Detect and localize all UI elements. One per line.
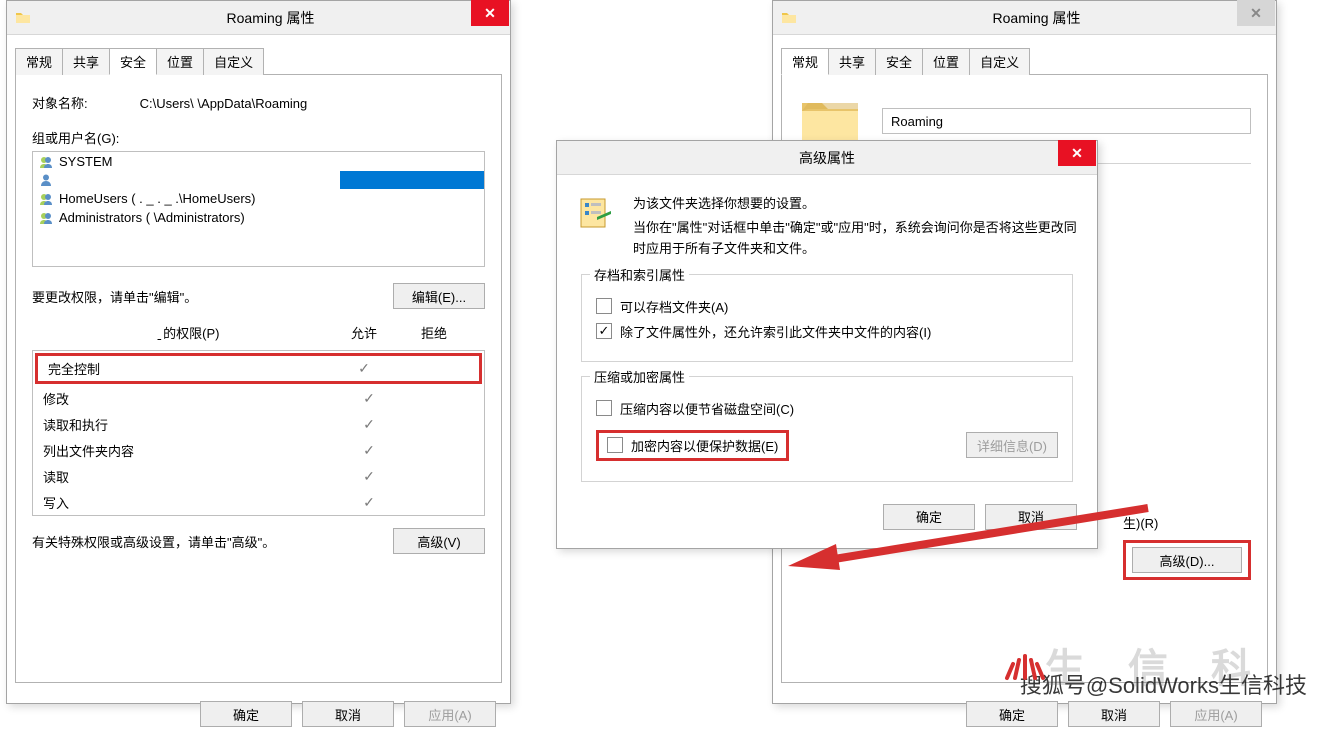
- compress-checkbox-row[interactable]: 压缩内容以便节省磁盘空间(C): [596, 399, 1058, 418]
- encrypt-label: 加密内容以便保护数据(E): [631, 436, 778, 455]
- apply-button: 应用(A): [404, 701, 496, 727]
- tab-位置[interactable]: 位置: [922, 48, 970, 75]
- properties-dialog-security: Roaming 属性 ✕ 常规共享安全位置自定义 对象名称: C:\Users\…: [6, 0, 511, 704]
- window-title: Roaming 属性: [797, 8, 1276, 28]
- checkbox-icon: [596, 298, 612, 314]
- watermark: 搜狐号@SolidWorks生信科技 生 信 科: [1020, 668, 1307, 700]
- deny-header: 拒绝: [399, 323, 469, 342]
- tab-自定义[interactable]: 自定义: [203, 48, 264, 75]
- user-list-item[interactable]: [33, 171, 484, 189]
- attributes-partial-label: 生)(R): [1123, 513, 1251, 532]
- tab-自定义[interactable]: 自定义: [969, 48, 1030, 75]
- tab-共享[interactable]: 共享: [828, 48, 876, 75]
- archive-index-group: 存档和索引属性 可以存档文件夹(A) 除了文件属性外，还允许索引此文件夹中文件的…: [581, 274, 1073, 362]
- checkbox-icon: [596, 323, 612, 339]
- close-button[interactable]: ✕: [1237, 0, 1275, 26]
- tabs: 常规共享安全位置自定义: [15, 47, 502, 75]
- titlebar[interactable]: 高级属性 ✕: [557, 141, 1097, 175]
- advanced-row: 有关特殊权限或高级设置，请单击"高级"。 高级(V): [32, 528, 485, 554]
- edit-row: 要更改权限，请单击"编辑"。 编辑(E)...: [32, 283, 485, 309]
- window-title: Roaming 属性: [31, 8, 510, 28]
- user-list-item[interactable]: HomeUsers ( . _ . _ .\HomeUsers): [33, 189, 484, 208]
- compress-encrypt-group: 压缩或加密属性 压缩内容以便节省磁盘空间(C) 加密内容以便保护数据(E) 详细…: [581, 376, 1073, 482]
- tab-常规[interactable]: 常规: [15, 48, 63, 75]
- intro-line-2: 当你在"属性"对话框中单击"确定"或"应用"时，系统会询问你是否将这些更改同时应…: [633, 218, 1077, 260]
- tab-位置[interactable]: 位置: [156, 48, 204, 75]
- compress-label: 压缩内容以便节省磁盘空间(C): [620, 399, 794, 418]
- titlebar[interactable]: Roaming 属性 ✕: [773, 1, 1276, 35]
- advanced-button[interactable]: 高级(V): [393, 528, 485, 554]
- cancel-button[interactable]: 取消: [985, 504, 1077, 530]
- tabs: 常规共享安全位置自定义: [781, 47, 1268, 75]
- close-button[interactable]: ✕: [471, 0, 509, 26]
- folder-icon: [781, 10, 797, 26]
- tab-安全[interactable]: 安全: [109, 48, 157, 75]
- cancel-button[interactable]: 取消: [1068, 701, 1160, 727]
- cancel-button[interactable]: 取消: [302, 701, 394, 727]
- group-user-label: 组或用户名(G):: [32, 128, 485, 147]
- user-list-item[interactable]: Administrators ( \Administrators): [33, 208, 484, 227]
- folder-name-input[interactable]: [882, 108, 1251, 134]
- index-checkbox-row[interactable]: 除了文件属性外，还允许索引此文件夹中文件的内容(I): [596, 322, 1058, 341]
- titlebar[interactable]: Roaming 属性 ✕: [7, 1, 510, 35]
- tab-安全[interactable]: 安全: [875, 48, 923, 75]
- allow-header: 允许: [329, 323, 399, 342]
- permission-row[interactable]: 修改✓: [33, 386, 484, 412]
- encrypt-checkbox-row[interactable]: 加密内容以便保护数据(E): [596, 430, 789, 461]
- advanced-hint: 有关特殊权限或高级设置，请单击"高级"。: [32, 532, 275, 551]
- edit-hint: 要更改权限，请单击"编辑"。: [32, 287, 197, 306]
- advanced-attributes-dialog: 高级属性 ✕ 为该文件夹选择你想要的设置。 当你在"属性"对话框中单击"确定"或…: [556, 140, 1098, 549]
- ok-button[interactable]: 确定: [883, 504, 975, 530]
- object-name-label: 对象名称:: [32, 93, 116, 112]
- users-listbox[interactable]: SYSTEM HomeUsers ( . _ . _ .\HomeUsers)Ad…: [32, 151, 485, 267]
- checkbox-icon: [596, 400, 612, 416]
- group-legend: 压缩或加密属性: [590, 367, 689, 386]
- window-title: 高级属性: [557, 148, 1097, 168]
- group-legend: 存档和索引属性: [590, 265, 689, 284]
- object-name-value: C:\Users\ \AppData\Roaming: [140, 96, 308, 111]
- permission-row[interactable]: 读取✓: [33, 464, 484, 490]
- ok-button[interactable]: 确定: [200, 701, 292, 727]
- close-button[interactable]: ✕: [1058, 140, 1096, 166]
- tab-常规[interactable]: 常规: [781, 48, 829, 75]
- archive-checkbox-row[interactable]: 可以存档文件夹(A): [596, 297, 1058, 316]
- edit-button[interactable]: 编辑(E)...: [393, 283, 485, 309]
- permission-row[interactable]: 列出文件夹内容✓: [33, 438, 484, 464]
- tab-共享[interactable]: 共享: [62, 48, 110, 75]
- permission-row[interactable]: 完全控制✓: [35, 353, 482, 384]
- perms-header: 的权限(P) 允许 拒绝: [32, 323, 485, 348]
- index-label: 除了文件属性外，还允许索引此文件夹中文件的内容(I): [620, 322, 931, 341]
- folder-icon: [15, 10, 31, 26]
- dialog-buttons: 确定 取消: [577, 496, 1077, 542]
- apply-button: 应用(A): [1170, 701, 1262, 727]
- permissions-listbox[interactable]: 完全控制✓修改✓读取和执行✓列出文件夹内容✓读取✓写入✓: [32, 350, 485, 516]
- user-list-item[interactable]: SYSTEM: [33, 152, 484, 171]
- checkbox-icon: [607, 437, 623, 453]
- permission-row[interactable]: 读取和执行✓: [33, 412, 484, 438]
- advanced-attributes-button[interactable]: 高级(D)...: [1132, 547, 1242, 573]
- attributes-icon: [577, 193, 617, 233]
- dialog-buttons: 确定 取消 应用(A): [7, 691, 510, 737]
- permission-row[interactable]: 写入✓: [33, 490, 484, 515]
- security-panel: 对象名称: C:\Users\ \AppData\Roaming 组或用户名(G…: [15, 75, 502, 683]
- archive-label: 可以存档文件夹(A): [620, 297, 728, 316]
- details-button: 详细信息(D): [966, 432, 1058, 458]
- object-name-row: 对象名称: C:\Users\ \AppData\Roaming: [32, 93, 485, 112]
- intro-line-1: 为该文件夹选择你想要的设置。: [633, 193, 1077, 212]
- ok-button[interactable]: 确定: [966, 701, 1058, 727]
